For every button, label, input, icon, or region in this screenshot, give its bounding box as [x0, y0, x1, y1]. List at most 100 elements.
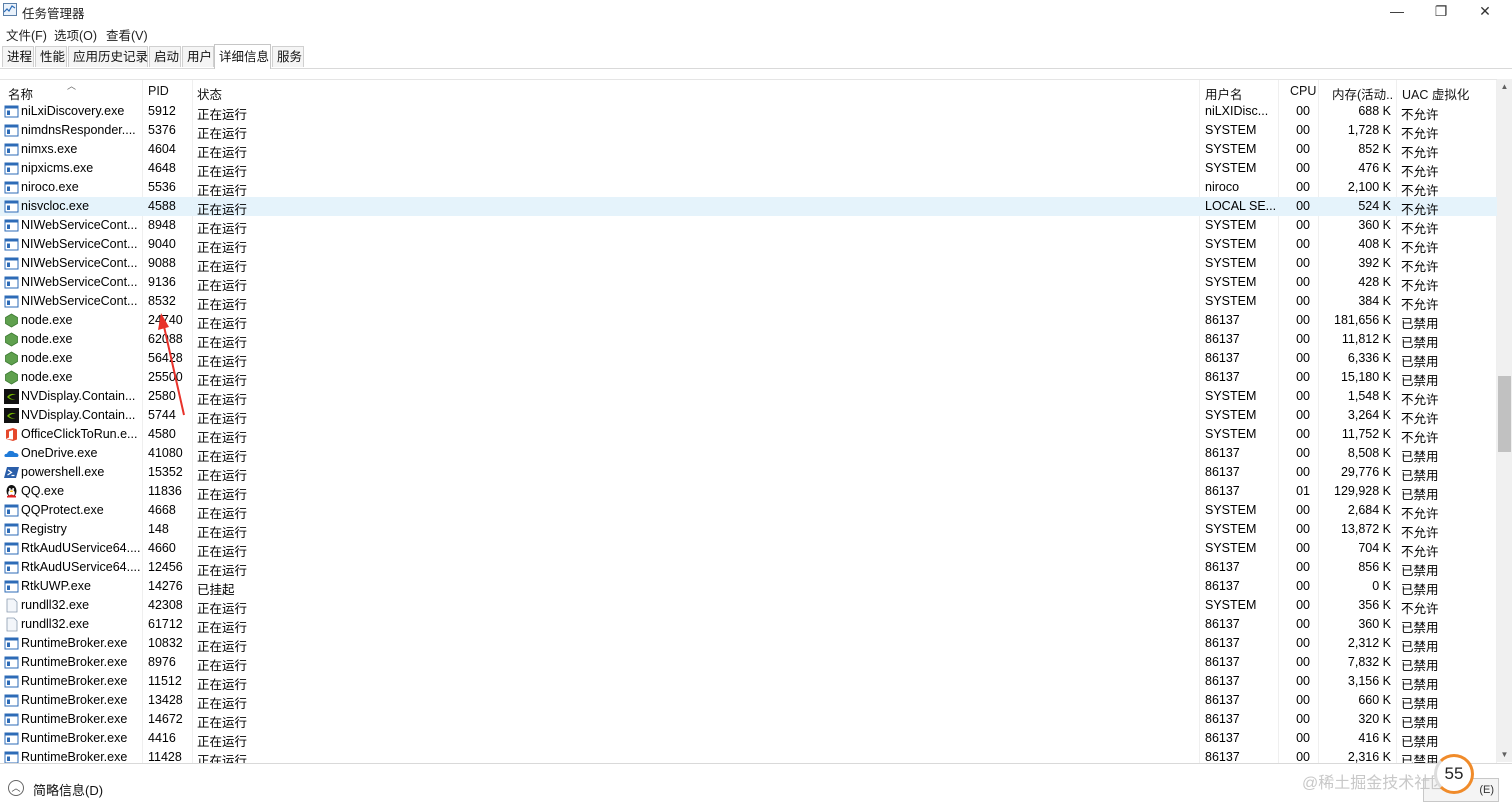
column-header-name[interactable]: 名称 [8, 84, 33, 103]
table-row[interactable]: rundll32.exe 61712 正在运行 86137 00 360 K 已禁用 [0, 615, 1497, 635]
table-row[interactable]: node.exe 56428 正在运行 86137 00 6,336 K 已禁用 [0, 349, 1497, 369]
minimize-button[interactable]: — [1374, 0, 1420, 22]
table-row[interactable]: NIWebServiceCont... 9040 正在运行 SYSTEM 00 408 K… [0, 235, 1497, 255]
blank-file-icon [4, 617, 19, 632]
table-row[interactable]: Registry 148 正在运行 SYSTEM 00 13,872 K 不允许 [0, 520, 1497, 540]
maximize-button[interactable]: ❐ [1418, 0, 1464, 22]
cell-name: NVDisplay.Contain... [21, 389, 136, 403]
table-row[interactable]: niLxiDiscovery.exe 5912 正在运行 niLXIDisc... 00… [0, 102, 1497, 122]
cell-memory: 7,832 K [1347, 655, 1391, 669]
app-window-icon [4, 123, 19, 138]
tab-processes[interactable]: 进程 [2, 46, 34, 67]
column-header-pid[interactable]: PID [148, 84, 169, 98]
app-window-icon [4, 522, 19, 537]
fewer-details-link[interactable]: 简略信息(D) [33, 780, 103, 799]
cell-memory: 360 K [1358, 617, 1391, 631]
close-button[interactable]: ✕ [1462, 0, 1508, 22]
cell-user: SYSTEM [1205, 123, 1257, 137]
cell-name: node.exe [21, 351, 73, 365]
table-row[interactable]: nimdnsResponder.... 5376 正在运行 SYSTEM 00 1,728… [0, 121, 1497, 141]
cell-user: niLXIDisc... [1205, 104, 1269, 118]
tab-app-history[interactable]: 应用历史记录 [68, 46, 148, 67]
tab-performance[interactable]: 性能 [35, 46, 67, 67]
cell-cpu: 00 [1296, 674, 1310, 688]
nodejs-icon [4, 313, 19, 328]
tab-startup[interactable]: 启动 [149, 46, 181, 67]
cell-memory: 6,336 K [1347, 351, 1391, 365]
cell-user: SYSTEM [1205, 256, 1257, 270]
table-row[interactable]: RuntimeBroker.exe 4416 正在运行 86137 00 416 K 已禁用 [0, 729, 1497, 749]
cell-user: SYSTEM [1205, 218, 1257, 232]
cell-pid: 148 [148, 522, 169, 536]
cell-pid: 5376 [148, 123, 176, 137]
menu-options[interactable]: 选项(O) [54, 25, 97, 44]
table-row[interactable]: RuntimeBroker.exe 8976 正在运行 86137 00 7,832 K已… [0, 653, 1497, 673]
tab-services[interactable]: 服务 [272, 46, 304, 67]
table-row[interactable]: NVDisplay.Contain... 2580 正在运行 SYSTEM 00 1,54… [0, 387, 1497, 407]
table-row[interactable]: nimxs.exe 4604 正在运行 SYSTEM 00 852 K 不允许 [0, 140, 1497, 160]
nodejs-icon [4, 332, 19, 347]
cell-memory: 688 K [1358, 104, 1391, 118]
tab-details[interactable]: 详细信息 [214, 44, 271, 69]
table-row[interactable]: NVDisplay.Contain... 5744 正在运行 SYSTEM 00 3,26… [0, 406, 1497, 426]
tab-users[interactable]: 用户 [182, 46, 214, 67]
cell-user: SYSTEM [1205, 142, 1257, 156]
title-bar: 任务管理器 — ❐ ✕ [0, 0, 1512, 22]
cell-name: RtkUWP.exe [21, 579, 91, 593]
table-row[interactable]: OneDrive.exe 41080 正在运行 86137 00 8,508 K 已禁用 [0, 444, 1497, 464]
cell-name: nimdnsResponder.... [21, 123, 136, 137]
menu-file[interactable]: 文件(F) [6, 25, 47, 44]
table-row[interactable]: nipxicms.exe 4648 正在运行 SYSTEM 00 476 K 不允许 [0, 159, 1497, 179]
table-row[interactable]: RtkAudUService64.... 4660 正在运行 SYSTEM 00 704 … [0, 539, 1497, 559]
column-header-cpu[interactable]: CPU [1290, 84, 1316, 98]
cell-pid: 11836 [148, 484, 182, 498]
cell-cpu: 00 [1296, 560, 1310, 574]
table-row[interactable]: QQProtect.exe 4668 正在运行 SYSTEM 00 2,684 K 不允许 [0, 501, 1497, 521]
app-window-icon [4, 237, 19, 252]
cell-cpu: 00 [1296, 408, 1310, 422]
cell-memory: 704 K [1358, 541, 1391, 555]
cell-cpu: 00 [1296, 541, 1310, 555]
table-row[interactable]: node.exe 25500 正在运行 86137 00 15,180 K 已禁用 [0, 368, 1497, 388]
table-row[interactable]: RtkUWP.exe 14276 已挂起 86137 00 0 K 已禁用 [0, 577, 1497, 597]
scroll-down-icon[interactable]: ▼ [1497, 747, 1512, 762]
cell-user: 86137 [1205, 731, 1240, 745]
table-row[interactable]: RuntimeBroker.exe 13428 正在运行 86137 00 660 K 已禁… [0, 691, 1497, 711]
table-row[interactable]: NIWebServiceCont... 8532 正在运行 SYSTEM 00 384 K… [0, 292, 1497, 312]
cell-cpu: 00 [1296, 389, 1310, 403]
table-row[interactable]: nisvcloc.exe 4588 正在运行 LOCAL SE... 00 524 K 不允… [0, 197, 1497, 217]
cell-user: SYSTEM [1205, 503, 1257, 517]
cell-cpu: 00 [1296, 332, 1310, 346]
table-row[interactable]: RtkAudUService64.... 12456 正在运行 86137 00 856 … [0, 558, 1497, 578]
column-header-user[interactable]: 用户名 [1205, 84, 1243, 103]
column-header-uac[interactable]: UAC 虚拟化 [1402, 84, 1469, 103]
table-row[interactable]: QQ.exe 11836 正在运行 86137 01 129,928 K 已禁用 [0, 482, 1497, 502]
table-row[interactable]: rundll32.exe 42308 正在运行 SYSTEM 00 356 K 不允许 [0, 596, 1497, 616]
chevron-up-icon[interactable]: ︿ [8, 780, 24, 796]
table-row[interactable]: RuntimeBroker.exe 10832 正在运行 86137 00 2,312 K… [0, 634, 1497, 654]
table-row[interactable]: node.exe 62088 正在运行 86137 00 11,812 K 已禁用 [0, 330, 1497, 350]
table-row[interactable]: RuntimeBroker.exe 11512 正在运行 86137 00 3,156 K… [0, 672, 1497, 692]
table-row[interactable]: NIWebServiceCont... 9136 正在运行 SYSTEM 00 428 K… [0, 273, 1497, 293]
vertical-scrollbar[interactable]: ▲ ▼ [1497, 79, 1512, 762]
cell-memory: 3,156 K [1347, 674, 1391, 688]
table-row[interactable]: niroco.exe 5536 正在运行 niroco 00 2,100 K 不允许 [0, 178, 1497, 198]
cell-memory: 384 K [1358, 294, 1391, 308]
column-header-status[interactable]: 状态 [197, 84, 222, 103]
scroll-up-icon[interactable]: ▲ [1497, 79, 1512, 94]
table-row[interactable]: RuntimeBroker.exe 11428 正在运行 86137 00 2,316 K… [0, 748, 1497, 763]
table-row[interactable]: powershell.exe 15352 正在运行 86137 00 29,776 K 已禁… [0, 463, 1497, 483]
cell-name: RuntimeBroker.exe [21, 750, 128, 763]
cell-memory: 2,684 K [1347, 503, 1391, 517]
table-row[interactable]: OfficeClickToRun.e... 4580 正在运行 SYSTEM 00 11,… [0, 425, 1497, 445]
app-window-icon [4, 275, 19, 290]
cell-pid: 14276 [148, 579, 183, 593]
table-row[interactable]: NIWebServiceCont... 9088 正在运行 SYSTEM 00 392 K… [0, 254, 1497, 274]
table-row[interactable]: NIWebServiceCont... 8948 正在运行 SYSTEM 00 360 K… [0, 216, 1497, 236]
column-header-memory[interactable]: 内存(活动... [1332, 84, 1394, 103]
scrollbar-thumb[interactable] [1498, 376, 1511, 452]
app-window-icon [4, 180, 19, 195]
table-row[interactable]: node.exe 24740 正在运行 86137 00 181,656 K 已禁用 [0, 311, 1497, 331]
menu-view[interactable]: 查看(V) [106, 25, 148, 44]
table-row[interactable]: RuntimeBroker.exe 14672 正在运行 86137 00 320 K 已禁… [0, 710, 1497, 730]
